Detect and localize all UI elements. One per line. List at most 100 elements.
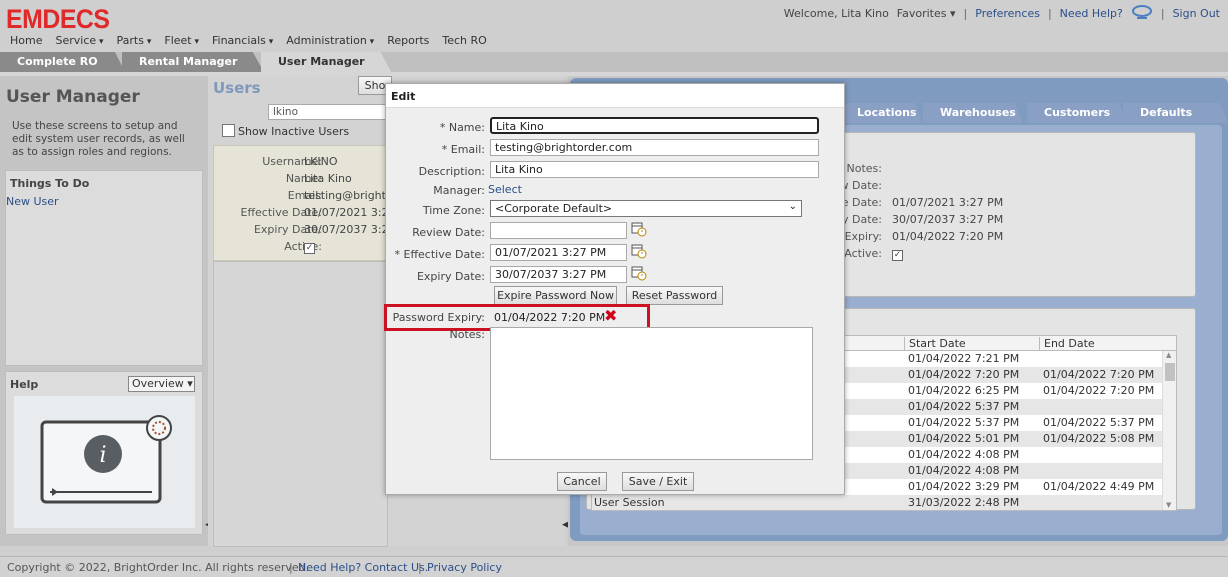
welcome-text: Welcome, Lita Kino bbox=[783, 7, 889, 20]
reset-password-button[interactable]: Reset Password bbox=[626, 286, 723, 305]
session-name: User Session bbox=[594, 496, 665, 509]
page-description: Use these screens to setup and edit syst… bbox=[12, 120, 185, 158]
row-start-date: 01/04/2022 7:20 PM bbox=[908, 368, 1020, 381]
notes-label: Notes: bbox=[449, 328, 485, 341]
name-label: * Name: bbox=[439, 121, 485, 134]
right-tab-defaults[interactable]: Defaults bbox=[1123, 103, 1228, 123]
users-list-area bbox=[213, 261, 388, 547]
row-end-date: 01/04/2022 5:08 PM bbox=[1043, 432, 1155, 445]
user-detail-value: Lita Kino bbox=[304, 172, 352, 185]
right-tab-warehouses[interactable]: Warehouses bbox=[923, 103, 1023, 123]
row-start-date: 01/04/2022 6:25 PM bbox=[908, 384, 1020, 397]
active-checkmark-icon: ✓ bbox=[892, 250, 903, 261]
description-label: Description: bbox=[418, 165, 485, 178]
privacy-policy-link[interactable]: Privacy Policy bbox=[427, 561, 502, 574]
password-expiry-value: 01/04/2022 7:20 PM bbox=[494, 311, 606, 324]
review-date-label: Review Date: bbox=[412, 226, 485, 239]
calendar-clock-icon[interactable] bbox=[631, 221, 647, 237]
right-detail-value: 01/07/2021 3:27 PM bbox=[892, 196, 1004, 209]
help-panel: Help Overview ▾ i bbox=[5, 371, 203, 535]
tab-rental-manager[interactable]: Rental Manager bbox=[122, 52, 264, 72]
users-title: Users bbox=[213, 79, 261, 97]
scrollbar-thumb[interactable] bbox=[1165, 363, 1175, 381]
menu-item-2[interactable]: Parts ▾ bbox=[117, 34, 152, 47]
table-row[interactable]: User Session 31/03/2022 2:48 PM bbox=[592, 495, 1176, 510]
right-detail-value: ✓ bbox=[892, 247, 903, 261]
row-end-date: 01/04/2022 7:20 PM bbox=[1043, 368, 1155, 381]
effective-date-label: * Effective Date: bbox=[394, 248, 485, 261]
row-end-date: 01/04/2022 7:20 PM bbox=[1043, 384, 1155, 397]
preferences-link[interactable]: Preferences bbox=[975, 7, 1040, 20]
right-tab-locations[interactable]: Locations bbox=[840, 103, 922, 123]
svg-text:i: i bbox=[99, 443, 106, 468]
tab-complete-ro[interactable]: Complete RO bbox=[0, 52, 125, 72]
dialog-title: Edit bbox=[391, 90, 416, 103]
chat-icon[interactable] bbox=[1131, 5, 1153, 22]
review-date-input[interactable] bbox=[490, 222, 627, 239]
row-start-date: 01/04/2022 5:37 PM bbox=[908, 416, 1020, 429]
save-exit-button[interactable]: Save / Exit bbox=[622, 472, 694, 491]
help-title: Help bbox=[10, 378, 39, 391]
menu-item-0[interactable]: Home bbox=[10, 34, 42, 47]
col-end-date[interactable]: End Date bbox=[1039, 337, 1174, 351]
cancel-button[interactable]: Cancel bbox=[557, 472, 607, 491]
calendar-clock-icon[interactable] bbox=[631, 265, 647, 281]
video-player-icon: i bbox=[40, 415, 172, 504]
email-input[interactable]: testing@brightorder.com bbox=[490, 139, 819, 156]
col-start-date[interactable]: Start Date bbox=[904, 337, 1039, 351]
contact-us-link[interactable]: Need Help? Contact Us. bbox=[298, 561, 428, 574]
tab-user-manager[interactable]: User Manager bbox=[261, 52, 391, 72]
email-label: * Email: bbox=[441, 143, 485, 156]
sign-out-link[interactable]: Sign Out bbox=[1173, 7, 1220, 20]
user-detail-value: LKINO bbox=[304, 155, 338, 168]
scroll-down-icon[interactable]: ▼ bbox=[1166, 501, 1171, 509]
separator: | bbox=[418, 561, 422, 574]
chevron-down-icon: ▾ bbox=[366, 37, 375, 47]
notes-textarea[interactable] bbox=[490, 327, 813, 460]
user-detail-card[interactable]: Username: LKINO Name: Lita Kino Email: testin… bbox=[213, 145, 388, 261]
menu-item-1[interactable]: Service ▾ bbox=[55, 34, 103, 47]
scroll-up-icon[interactable]: ▲ bbox=[1166, 351, 1171, 359]
chevron-down-icon: ▾ bbox=[265, 37, 274, 47]
expiry-date-input[interactable]: 30/07/2037 3:27 PM bbox=[490, 266, 627, 283]
right-tab-customers[interactable]: Customers bbox=[1027, 103, 1127, 123]
user-detail-value: testing@brightor bbox=[304, 189, 388, 202]
row-start-date: 01/04/2022 7:21 PM bbox=[908, 352, 1020, 365]
row-end-date: 01/04/2022 5:37 PM bbox=[1043, 416, 1155, 429]
row-start-date: 01/04/2022 5:01 PM bbox=[908, 432, 1020, 445]
effective-date-input[interactable]: 01/07/2021 3:27 PM bbox=[490, 244, 627, 261]
calendar-clock-icon[interactable] bbox=[631, 243, 647, 259]
description-input[interactable]: Lita Kino bbox=[490, 161, 819, 178]
show-inactive-checkbox[interactable] bbox=[222, 124, 235, 137]
row-end-date: 01/04/2022 4:49 PM bbox=[1043, 480, 1155, 493]
chevron-down-icon: ▾ bbox=[143, 37, 152, 47]
separator: | bbox=[1160, 7, 1165, 20]
menu-item-4[interactable]: Financials ▾ bbox=[212, 34, 273, 47]
expire-password-now-button[interactable]: Expire Password Now bbox=[494, 286, 617, 305]
name-input[interactable]: Lita Kino bbox=[490, 117, 819, 134]
right-tabs: Locations Warehouses Customers Defaults bbox=[840, 103, 1228, 123]
clear-expiry-x-icon[interactable]: ✖ bbox=[604, 306, 617, 325]
time-zone-select[interactable]: <Corporate Default> ⌄ bbox=[490, 200, 802, 217]
help-video-thumbnail[interactable]: i bbox=[14, 396, 195, 528]
manager-label: Manager: bbox=[433, 184, 485, 197]
dialog-title-bar[interactable]: Edit bbox=[386, 84, 844, 108]
menu-item-3[interactable]: Fleet ▾ bbox=[164, 34, 199, 47]
row-start-date: 01/04/2022 3:29 PM bbox=[908, 480, 1020, 493]
need-help-link[interactable]: Need Help? bbox=[1060, 7, 1123, 20]
help-topic-select[interactable]: Overview ▾ bbox=[128, 376, 195, 392]
history-scrollbar[interactable]: ▲ ▼ bbox=[1162, 351, 1176, 510]
row-start-date: 01/04/2022 4:08 PM bbox=[908, 464, 1020, 477]
menu-item-7[interactable]: Tech RO bbox=[442, 34, 486, 47]
manager-select-link[interactable]: Select bbox=[488, 183, 522, 196]
footer: Copyright © 2022, BrightOrder Inc. All r… bbox=[0, 556, 1228, 577]
new-user-link[interactable]: New User bbox=[6, 195, 59, 208]
main-menu: Home Service ▾ Parts ▾ Fleet ▾ Financials ▾ A… bbox=[10, 34, 487, 47]
user-search-input[interactable]: lkino bbox=[268, 104, 388, 120]
menu-item-6[interactable]: Reports bbox=[387, 34, 429, 47]
separator: | bbox=[963, 7, 968, 20]
show-inactive-label: Show Inactive Users bbox=[238, 125, 350, 138]
favorites-menu[interactable]: Favorites ▾ bbox=[897, 7, 956, 20]
row-start-date: 31/03/2022 2:48 PM bbox=[908, 496, 1020, 509]
menu-item-5[interactable]: Administration ▾ bbox=[286, 34, 374, 47]
